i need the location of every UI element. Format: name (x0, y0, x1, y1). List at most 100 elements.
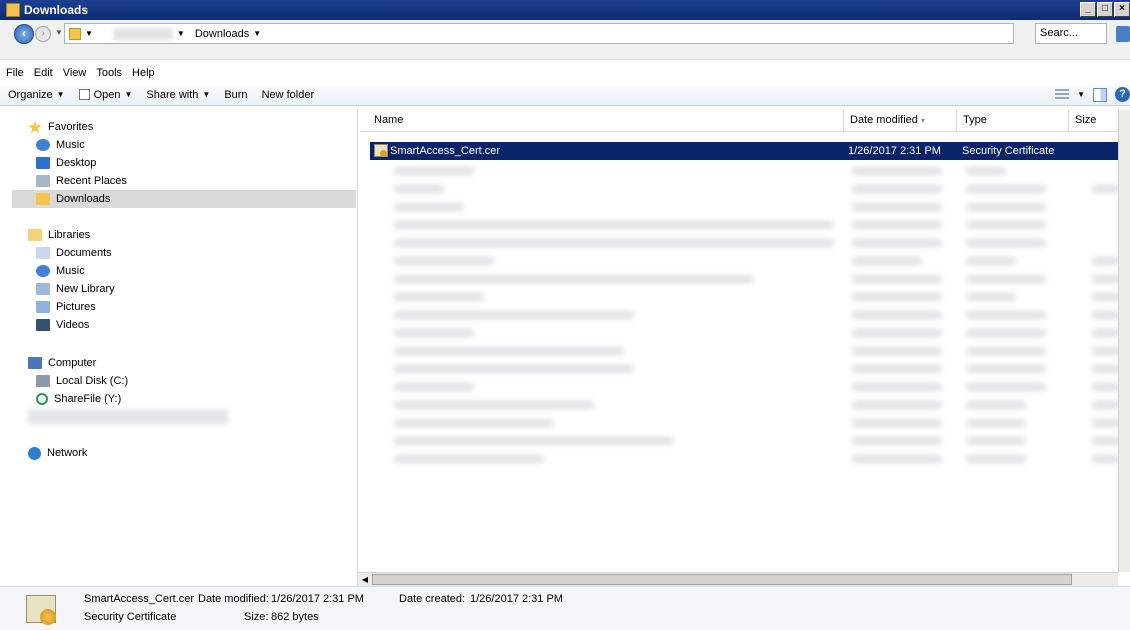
table-row[interactable] (370, 162, 1130, 180)
search-icon[interactable] (1116, 26, 1130, 42)
menu-help[interactable]: Help (132, 67, 155, 79)
nav-computer[interactable]: Computer (28, 354, 96, 372)
music-icon (36, 265, 50, 277)
details-date-modified-label: Date modified: (198, 593, 269, 605)
menu-tools[interactable]: Tools (96, 67, 122, 79)
vertical-scrollbar[interactable] (1118, 110, 1130, 572)
nav-label: Libraries (48, 229, 91, 241)
open-label: Open (93, 88, 121, 101)
table-row[interactable] (370, 306, 1130, 324)
scrollbar-thumb[interactable] (372, 574, 1072, 585)
nav-favorites[interactable]: Favorites (28, 118, 93, 136)
organize-button[interactable]: Organize ▼ (8, 89, 65, 101)
network-icon (28, 446, 41, 460)
chevron-down-icon[interactable]: ▼ (1077, 90, 1085, 99)
chevron-left-icon[interactable]: ◀ (358, 573, 372, 587)
table-row[interactable] (370, 342, 1130, 360)
documents-icon (36, 247, 50, 259)
column-date-modified-header[interactable]: Date modified ▾ (844, 110, 957, 132)
open-button[interactable]: Open ▼ (78, 88, 132, 101)
nav-recent-places[interactable]: Recent Places (36, 172, 127, 190)
nav-network[interactable]: Network (28, 444, 87, 462)
nav-new-library[interactable]: New Library (36, 280, 115, 298)
chevron-down-icon: ▼ (202, 90, 211, 99)
forward-button[interactable]: › (35, 26, 51, 42)
nav-videos[interactable]: Videos (36, 316, 89, 334)
nav-library-music[interactable]: Music (36, 262, 85, 280)
details-type: Security Certificate (84, 611, 177, 623)
desktop-icon (36, 157, 50, 169)
nav-label: Favorites (48, 121, 94, 133)
nav-libraries[interactable]: Libraries (28, 226, 90, 244)
minimize-button[interactable]: _ (1080, 2, 1096, 17)
nav-label: Network (47, 447, 88, 459)
table-row[interactable] (370, 198, 1130, 216)
close-button[interactable]: × (1114, 2, 1130, 17)
table-row[interactable]: SmartAccess_Cert.cer 1/26/2017 2:31 PM S… (370, 142, 1130, 160)
maximize-button[interactable]: □ (1097, 2, 1113, 17)
details-date-modified: 1/26/2017 2:31 PM (271, 593, 364, 605)
chevron-down-icon[interactable]: ▼ (253, 29, 261, 38)
nav-label: Local Disk (C:) (56, 375, 129, 387)
nav-downloads[interactable]: Downloads (12, 190, 356, 208)
table-row[interactable] (370, 234, 1130, 252)
sort-indicator-icon: ▾ (920, 116, 925, 125)
folder-icon (69, 27, 81, 40)
breadcrumb[interactable]: Downloads (195, 28, 249, 40)
nav-music[interactable]: Music (36, 136, 85, 154)
new-folder-button[interactable]: New folder (262, 89, 315, 101)
table-row[interactable] (370, 396, 1130, 414)
nav-label: Desktop (56, 157, 97, 169)
table-row[interactable] (370, 216, 1130, 234)
address-field[interactable]: ▼ ▼ Downloads ▼ (64, 23, 1014, 44)
address-bar: ‹ › ▼ ▼ ▼ Downloads ▼ ▼ ↻ Searc... (0, 20, 1130, 60)
chevron-down-icon[interactable]: ▼ (85, 29, 93, 38)
nav-documents[interactable]: Documents (36, 244, 112, 262)
open-icon (78, 89, 90, 100)
nav-label: Downloads (56, 193, 111, 205)
burn-button[interactable]: Burn (224, 89, 247, 101)
recent-places-icon (36, 175, 50, 187)
help-icon[interactable]: ? (1115, 87, 1130, 102)
table-row[interactable] (370, 450, 1130, 468)
nav-sharefile[interactable]: ShareFile (Y:) (36, 390, 121, 408)
table-row[interactable] (370, 180, 1130, 198)
chevron-down-icon[interactable]: ▼ (177, 29, 185, 38)
column-size-header[interactable]: Size (1069, 110, 1119, 132)
search-input[interactable]: Searc... (1035, 23, 1107, 44)
views-icon[interactable] (1055, 88, 1070, 101)
horizontal-scrollbar[interactable]: ◀ (358, 572, 1118, 586)
nav-label: Computer (48, 357, 97, 369)
recent-pages-dropdown[interactable]: ▼ (55, 28, 63, 37)
preview-pane-icon[interactable] (1093, 87, 1107, 102)
column-type-header[interactable]: Type (957, 110, 1069, 132)
column-name-header[interactable]: Name (360, 110, 844, 132)
back-button[interactable]: ‹ (14, 24, 34, 44)
table-row[interactable] (370, 252, 1130, 270)
details-pane: SmartAccess_Cert.cer Date modified: 1/26… (0, 586, 1130, 630)
folder-icon (6, 3, 20, 17)
star-icon (28, 121, 42, 133)
table-row[interactable] (370, 324, 1130, 342)
file-date: 1/26/2017 2:31 PM (848, 145, 941, 157)
file-type: Security Certificate (962, 145, 1055, 157)
table-row[interactable] (370, 414, 1130, 432)
nav-label: Music (56, 265, 85, 277)
nav-label: Recent Places (56, 175, 127, 187)
table-row[interactable] (370, 432, 1130, 450)
table-row[interactable] (370, 378, 1130, 396)
nav-local-disk[interactable]: Local Disk (C:) (36, 372, 128, 390)
table-row[interactable] (370, 270, 1130, 288)
table-row[interactable] (370, 360, 1130, 378)
title-bar: Downloads _ □ × (0, 0, 1130, 20)
blurred-item (28, 410, 228, 424)
menu-view[interactable]: View (63, 67, 87, 79)
nav-desktop[interactable]: Desktop (36, 154, 96, 172)
nav-pictures[interactable]: Pictures (36, 298, 96, 316)
share-with-button[interactable]: Share with ▼ (146, 89, 210, 101)
menu-edit[interactable]: Edit (34, 67, 53, 79)
nav-label: Videos (56, 319, 90, 331)
window-title: Downloads (24, 3, 89, 17)
table-row[interactable] (370, 288, 1130, 306)
menu-file[interactable]: File (6, 67, 24, 79)
